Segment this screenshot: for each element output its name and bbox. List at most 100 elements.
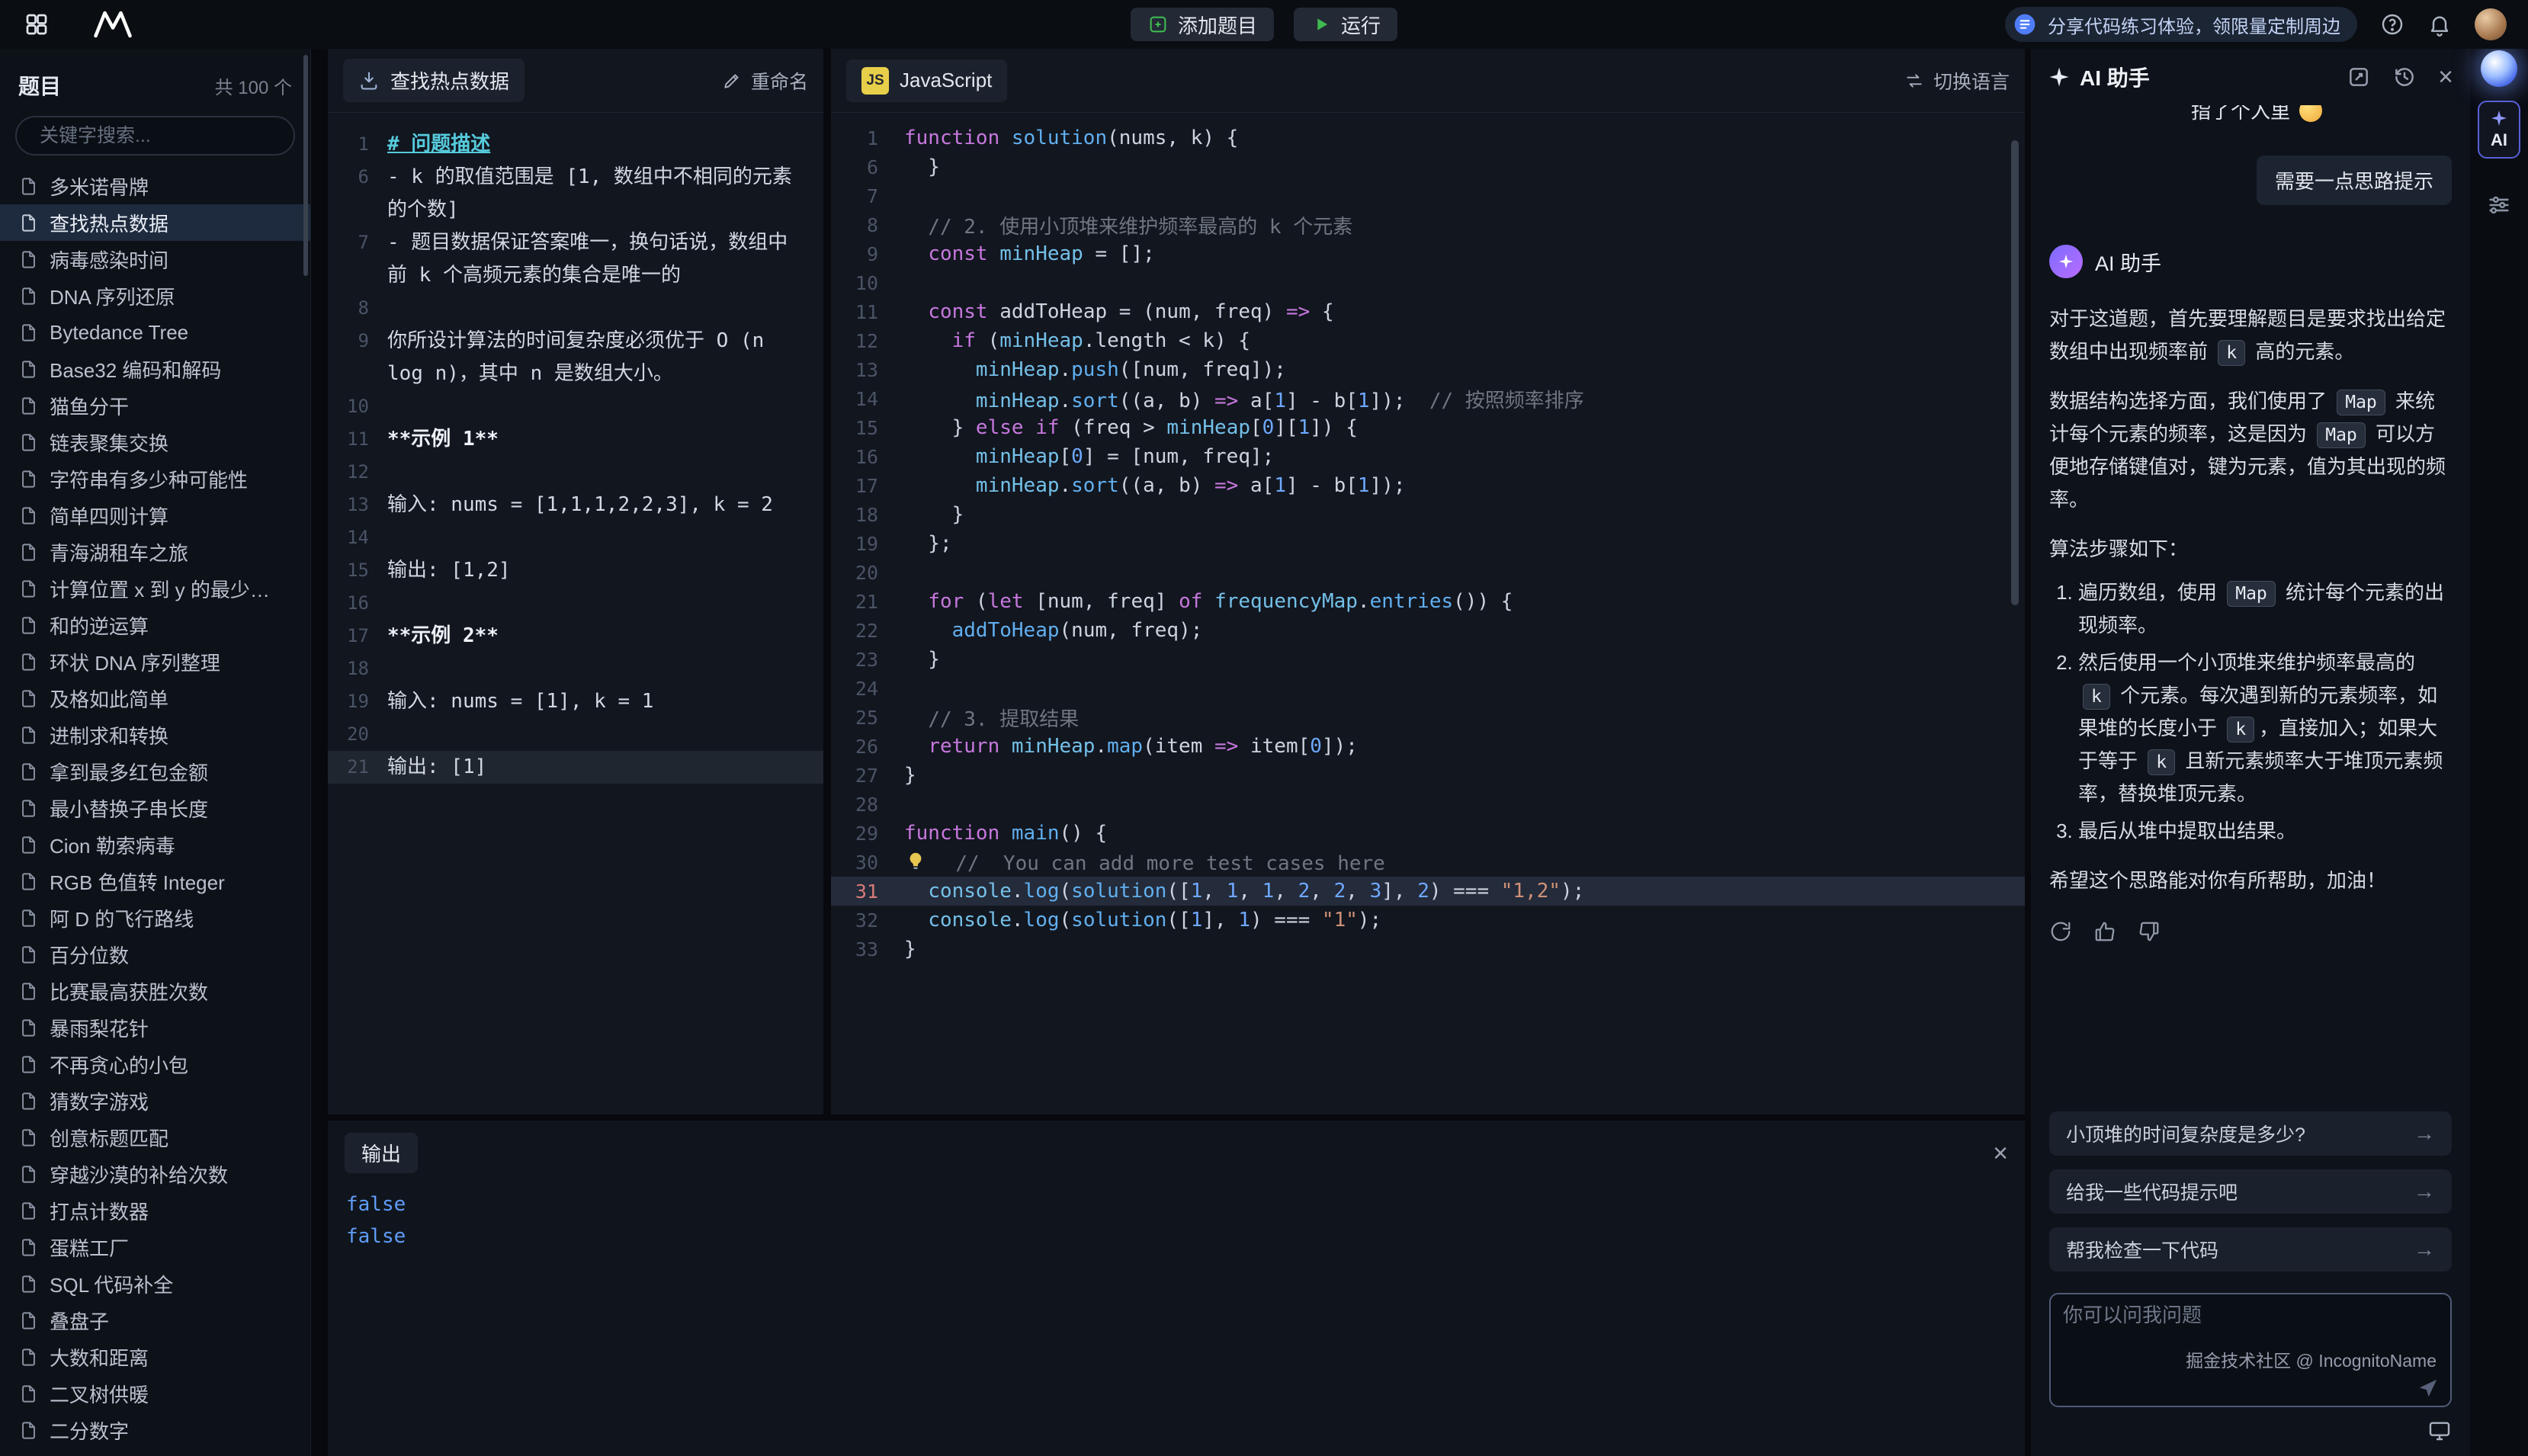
ai-tab-button[interactable]: AI <box>2478 101 2520 159</box>
close-icon[interactable]: × <box>2438 64 2453 90</box>
sidebar-item[interactable]: 青海湖租车之旅 <box>0 534 310 570</box>
regenerate-icon[interactable] <box>2049 920 2072 943</box>
sidebar-item[interactable]: 和的逆运算 <box>0 607 310 643</box>
ai-input-box[interactable]: 掘金技术社区 @ IncognitoName <box>2049 1293 2452 1407</box>
sidebar-item[interactable]: 简单四则计算 <box>0 497 310 534</box>
sidebar-item[interactable]: 二叉树供暖 <box>0 1375 310 1412</box>
history-icon[interactable] <box>2392 65 2417 89</box>
code-line[interactable]: 25 // 3. 提取结果 <box>831 703 2025 732</box>
sidebar-item[interactable]: 比赛最高获胜次数 <box>0 973 310 1009</box>
sidebar-item[interactable]: 计算位置 x 到 y 的最少… <box>0 570 310 607</box>
sidebar-item[interactable]: 猫鱼分干 <box>0 387 310 424</box>
code-lines[interactable]: 1function solution(nums, k) {6 }78 // 2.… <box>831 113 2025 964</box>
sidebar-item[interactable]: 及格如此简单 <box>0 680 310 717</box>
code-line[interactable]: 16 minHeap[0] = [num, freq]; <box>831 442 2025 471</box>
apps-grid-icon[interactable] <box>23 11 50 38</box>
code-line[interactable]: 23 } <box>831 645 2025 674</box>
code-line[interactable]: 27} <box>831 761 2025 790</box>
code-line[interactable]: 8 // 2. 使用小顶堆来维护频率最高的 k 个元素 <box>831 210 2025 239</box>
code-line[interactable]: 20 <box>831 558 2025 587</box>
suggestion-button[interactable]: 小顶堆的时间复杂度是多少?→ <box>2049 1111 2452 1156</box>
help-icon[interactable] <box>2380 12 2404 37</box>
code-line[interactable]: 31 console.log(solution([1, 1, 1, 2, 2, … <box>831 877 2025 906</box>
sidebar-item[interactable]: 猜数字游戏 <box>0 1082 310 1119</box>
settings-sliders-icon[interactable] <box>2486 192 2512 218</box>
send-icon[interactable] <box>2417 1377 2440 1400</box>
avatar[interactable] <box>2475 8 2507 40</box>
language-tab[interactable]: JS JavaScript <box>846 59 1007 102</box>
output-tab[interactable]: 输出 <box>345 1133 418 1173</box>
new-chat-icon[interactable] <box>2347 65 2371 89</box>
code-line[interactable]: 28 <box>831 790 2025 819</box>
close-icon[interactable]: × <box>1993 1140 2008 1166</box>
sidebar-item[interactable]: 拿到最多红包金额 <box>0 753 310 790</box>
sidebar-item[interactable]: 阿 D 的飞行路线 <box>0 900 310 936</box>
sidebar-item[interactable]: 字符串有多少种可能性 <box>0 460 310 497</box>
sidebar-item[interactable]: Base32 编码和解码 <box>0 351 310 387</box>
sidebar-item[interactable]: 打点计数器 <box>0 1192 310 1229</box>
ai-question-input[interactable] <box>2063 1304 2438 1327</box>
search-box[interactable] <box>15 116 295 156</box>
sidebar-item[interactable]: 不再贪心的小包 <box>0 1046 310 1082</box>
sidebar-item[interactable]: 暴雨梨花针 <box>0 1009 310 1046</box>
code-line[interactable]: 24 <box>831 674 2025 703</box>
code-line[interactable]: 9 const minHeap = []; <box>831 239 2025 268</box>
code-line[interactable]: 15 } else if (freq > minHeap[0][1]) { <box>831 413 2025 442</box>
sidebar-item[interactable]: 创意标题匹配 <box>0 1119 310 1156</box>
code-line[interactable]: 12 if (minHeap.length < k) { <box>831 326 2025 355</box>
code-line[interactable]: 29function main() { <box>831 819 2025 848</box>
code-line[interactable]: 10 <box>831 268 2025 297</box>
problem-tab[interactable]: 查找热点数据 <box>343 59 525 102</box>
sidebar-item[interactable]: 大数和距离 <box>0 1339 310 1375</box>
code-line[interactable]: 21 for (let [num, freq] of frequencyMap.… <box>831 587 2025 616</box>
sidebar-item[interactable]: Cion 勒索病毒 <box>0 826 310 863</box>
code-line[interactable]: 30 // You can add more test cases here <box>831 848 2025 877</box>
code-line[interactable]: 1function solution(nums, k) { <box>831 123 2025 152</box>
monitor-icon[interactable] <box>2427 1418 2452 1442</box>
code-line[interactable]: 11 const addToHeap = (num, freq) => { <box>831 297 2025 326</box>
bell-icon[interactable] <box>2427 12 2452 37</box>
code-line[interactable]: 7 <box>831 181 2025 210</box>
sidebar-item[interactable]: 病毒感染时间 <box>0 241 310 277</box>
rename-button[interactable]: 重命名 <box>722 67 808 95</box>
sidebar-item[interactable]: SQL 代码补全 <box>0 1265 310 1302</box>
ai-glow-logo-icon[interactable] <box>2481 50 2517 87</box>
code-line[interactable]: 17 minHeap.sort((a, b) => a[1] - b[1]); <box>831 471 2025 500</box>
search-input[interactable] <box>40 125 285 147</box>
code-line[interactable]: 26 return minHeap.map(item => item[0]); <box>831 732 2025 761</box>
sidebar-item[interactable]: 进制求和转换 <box>0 717 310 753</box>
sidebar-item[interactable]: 查找热点数据 <box>0 204 310 241</box>
sidebar-item[interactable]: 二分数字 <box>0 1412 310 1448</box>
sidebar-item[interactable]: DNA 序列还原 <box>0 277 310 314</box>
suggestion-button[interactable]: 帮我检查一下代码→ <box>2049 1227 2452 1272</box>
sidebar-scrollbar[interactable] <box>303 55 308 276</box>
sidebar-item[interactable]: 叠盘子 <box>0 1302 310 1339</box>
code-line[interactable]: 19 }; <box>831 529 2025 558</box>
code-line[interactable]: 22 addToHeap(num, freq); <box>831 616 2025 645</box>
sidebar-item[interactable]: 最小替换子串长度 <box>0 790 310 826</box>
code-line[interactable]: 6 } <box>831 152 2025 181</box>
sidebar-item[interactable]: 百分位数 <box>0 936 310 973</box>
code-line[interactable]: 32 console.log(solution([1], 1) === "1")… <box>831 906 2025 935</box>
editor-scrollbar[interactable] <box>2011 140 2019 605</box>
code-line[interactable]: 33} <box>831 935 2025 964</box>
thumbs-down-icon[interactable] <box>2138 920 2161 943</box>
sidebar-item[interactable]: 环状 DNA 序列整理 <box>0 643 310 680</box>
add-problem-button[interactable]: 添加题目 <box>1131 8 1274 41</box>
sidebar-item[interactable]: 多米诺骨牌 <box>0 168 310 204</box>
promo-banner[interactable]: 分享代码练习体验，领限量定制周边 <box>2005 7 2357 42</box>
switch-language-button[interactable]: 切换语言 <box>1904 67 2010 95</box>
app-logo[interactable] <box>84 11 142 38</box>
sidebar-item[interactable]: 穿越沙漠的补给次数 <box>0 1156 310 1192</box>
thumbs-up-icon[interactable] <box>2093 920 2116 943</box>
sidebar-item[interactable]: 链表聚集交换 <box>0 424 310 460</box>
lightbulb-icon[interactable] <box>904 850 927 873</box>
code-line[interactable]: 18 } <box>831 500 2025 529</box>
code-line[interactable]: 14 minHeap.sort((a, b) => a[1] - b[1]); … <box>831 384 2025 413</box>
suggestion-button[interactable]: 给我一些代码提示吧→ <box>2049 1169 2452 1214</box>
sidebar-item[interactable]: RGB 色值转 Integer <box>0 863 310 900</box>
run-button[interactable]: 运行 <box>1294 8 1397 41</box>
sidebar-item[interactable]: 蛋糕工厂 <box>0 1229 310 1265</box>
code-line[interactable]: 13 minHeap.push([num, freq]); <box>831 355 2025 384</box>
sidebar-item[interactable]: Bytedance Tree <box>0 314 310 351</box>
